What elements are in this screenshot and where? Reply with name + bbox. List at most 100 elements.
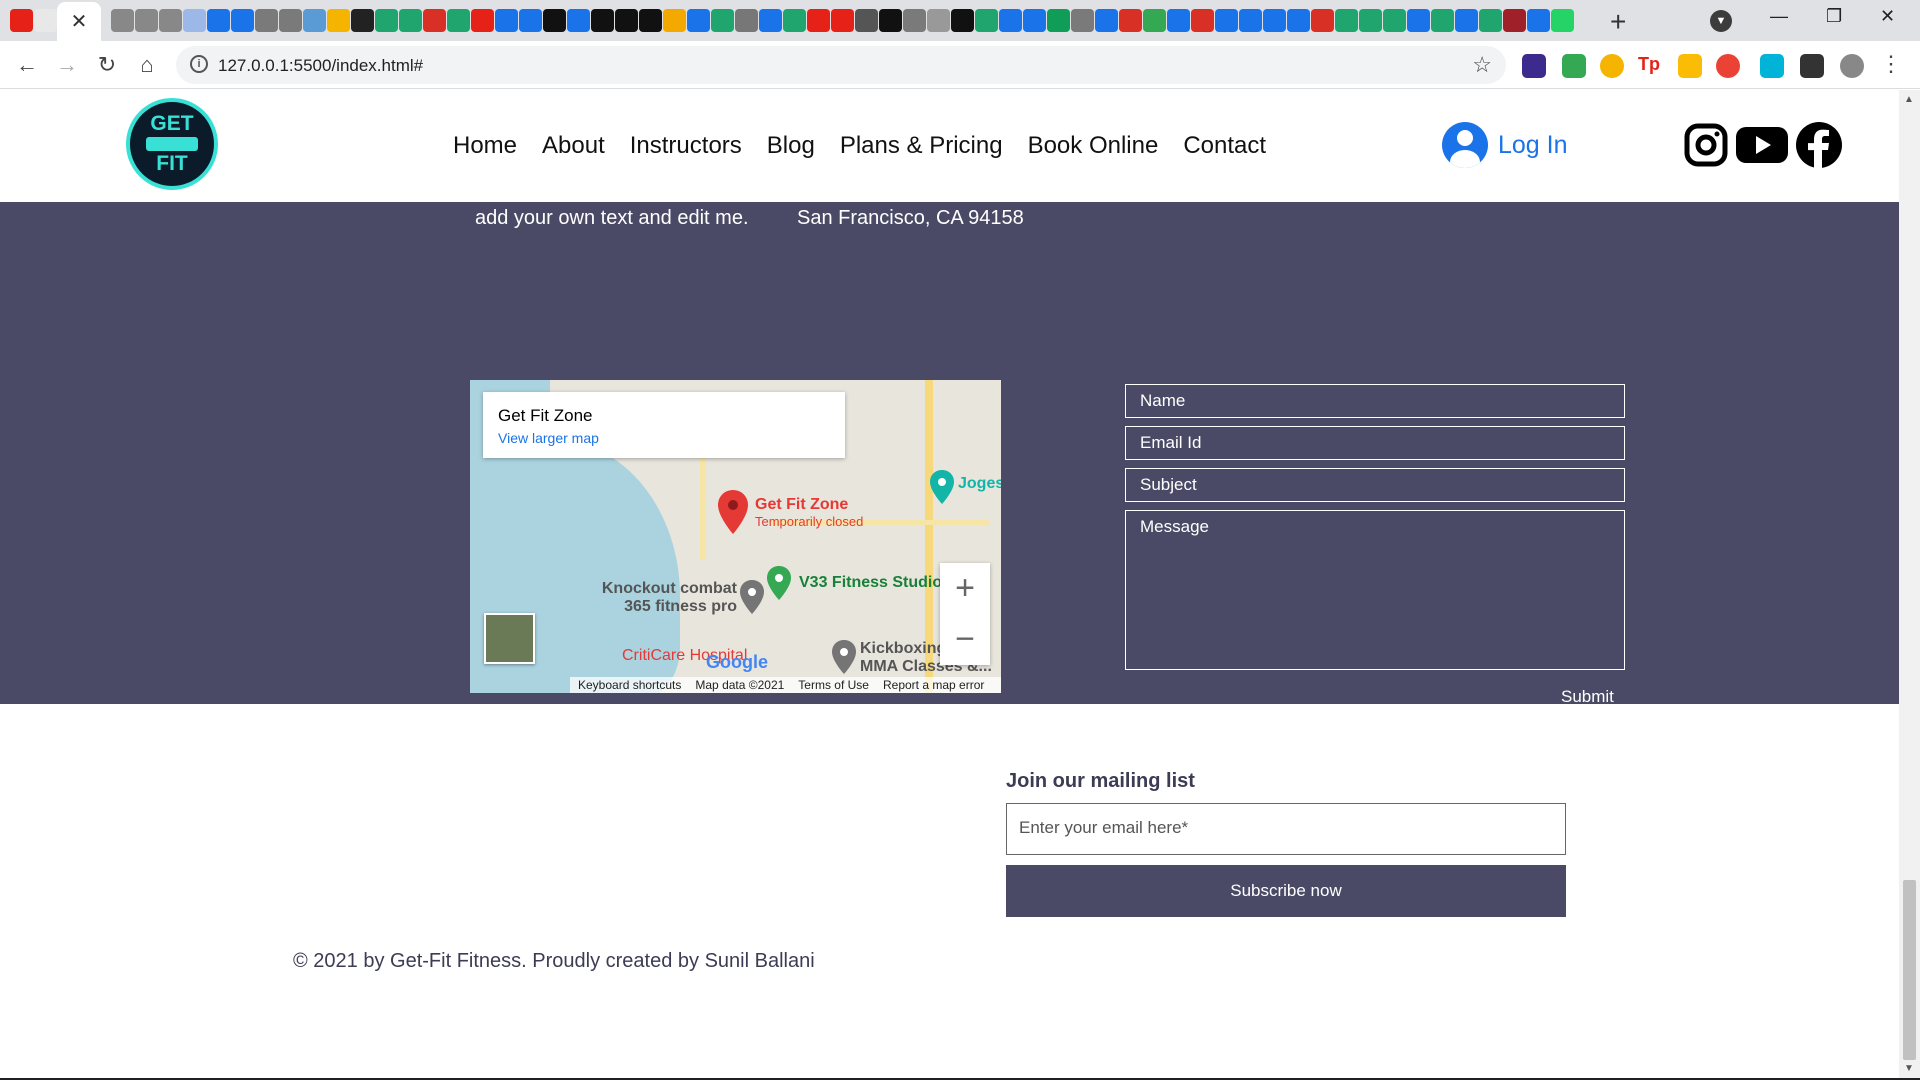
tab-favicon[interactable]	[159, 9, 182, 32]
newsletter-email-input[interactable]: Enter your email here*	[1006, 803, 1566, 855]
tab-favicon[interactable]	[807, 9, 830, 32]
tab-favicon[interactable]	[207, 9, 230, 32]
tab-favicon[interactable]	[1455, 9, 1478, 32]
tab-favicon[interactable]	[687, 9, 710, 32]
site-info-icon[interactable]: i	[190, 55, 208, 73]
subscribe-button[interactable]: Subscribe now	[1006, 865, 1566, 917]
zoom-out-button[interactable]: −	[940, 614, 990, 665]
tab-favicon[interactable]	[279, 9, 302, 32]
tab-favicon[interactable]	[1311, 9, 1334, 32]
tab-favicon[interactable]	[34, 9, 57, 32]
url-text[interactable]: 127.0.0.1:5500/index.html#	[218, 56, 423, 76]
zoom-in-button[interactable]: +	[940, 563, 990, 614]
tab-favicon[interactable]	[639, 9, 662, 32]
subject-field[interactable]: Subject	[1125, 468, 1625, 502]
scrollbar-thumb[interactable]	[1903, 880, 1916, 1060]
tab-favicon[interactable]	[927, 9, 950, 32]
tab-favicon[interactable]	[1479, 9, 1502, 32]
nav-blog[interactable]: Blog	[767, 132, 815, 160]
nav-plans-pricing[interactable]: Plans & Pricing	[840, 132, 1003, 160]
tab-favicon[interactable]	[1287, 9, 1310, 32]
browser-menu-icon[interactable]: ⋮	[1880, 51, 1902, 77]
forward-icon[interactable]: →	[52, 50, 82, 80]
tab-favicon[interactable]	[735, 9, 758, 32]
login-button[interactable]: Log In	[1442, 122, 1568, 168]
poi-pin-icon[interactable]	[930, 470, 954, 504]
tab-favicon[interactable]	[1191, 9, 1214, 32]
terms-link[interactable]: Terms of Use	[798, 678, 869, 692]
tab-favicon[interactable]	[1431, 9, 1454, 32]
tab-favicon[interactable]	[1239, 9, 1262, 32]
tab-favicon[interactable]	[423, 9, 446, 32]
nav-instructors[interactable]: Instructors	[630, 132, 742, 160]
tab-favicon[interactable]	[1215, 9, 1238, 32]
tab-favicon[interactable]	[1503, 9, 1526, 32]
tab-favicon[interactable]	[831, 9, 854, 32]
tab-favicon[interactable]	[1359, 9, 1382, 32]
extensions-puzzle-icon[interactable]	[1800, 54, 1824, 78]
poi-pin-icon[interactable]	[767, 566, 791, 600]
tab-favicon[interactable]	[1071, 9, 1094, 32]
site-logo[interactable]: GET FIT	[126, 98, 218, 190]
tab-favicon[interactable]	[351, 9, 374, 32]
tab-favicon[interactable]	[1143, 9, 1166, 32]
tab-favicon[interactable]	[255, 9, 278, 32]
extension-icon[interactable]	[1522, 54, 1546, 78]
tab-favicon[interactable]	[327, 9, 350, 32]
report-error-link[interactable]: Report a map error	[883, 678, 984, 692]
keyboard-shortcuts-link[interactable]: Keyboard shortcuts	[578, 678, 681, 692]
bookmark-star-icon[interactable]: ☆	[1472, 52, 1492, 78]
tab-favicon[interactable]	[1023, 9, 1046, 32]
nav-home[interactable]: Home	[453, 132, 517, 160]
back-icon[interactable]: ←	[12, 50, 42, 80]
tab-favicon[interactable]	[1407, 9, 1430, 32]
tab-favicon[interactable]	[783, 9, 806, 32]
tab-favicon[interactable]	[759, 9, 782, 32]
tab-favicon[interactable]	[183, 9, 206, 32]
tab-favicon[interactable]	[567, 9, 590, 32]
tab-favicon[interactable]	[543, 9, 566, 32]
view-larger-map-link[interactable]: View larger map	[498, 430, 599, 446]
extension-icon[interactable]: Tp	[1638, 54, 1662, 78]
address-bar[interactable]: i 127.0.0.1:5500/index.html# ☆	[176, 46, 1506, 84]
tab-favicon[interactable]	[615, 9, 638, 32]
tab-favicon[interactable]	[1383, 9, 1406, 32]
satellite-toggle[interactable]	[484, 613, 535, 664]
tab-favicon[interactable]	[375, 9, 398, 32]
email-field[interactable]: Email Id	[1125, 426, 1625, 460]
map-pin-icon[interactable]	[718, 490, 748, 534]
tab-favicon[interactable]	[1335, 9, 1358, 32]
tab-favicon[interactable]	[1047, 9, 1070, 32]
submit-button[interactable]: Submit	[1561, 687, 1614, 707]
tab-favicon[interactable]	[231, 9, 254, 32]
extension-icon[interactable]	[1562, 54, 1586, 78]
tab-favicon[interactable]	[855, 9, 878, 32]
nav-book-online[interactable]: Book Online	[1028, 132, 1159, 160]
nav-contact[interactable]: Contact	[1183, 132, 1266, 160]
active-tab[interactable]: ✕	[57, 2, 101, 41]
page-scrollbar[interactable]: ▲ ▼	[1899, 90, 1920, 1078]
tab-favicon[interactable]	[1167, 9, 1190, 32]
extension-icon[interactable]	[1600, 54, 1624, 78]
tab-favicon[interactable]	[1551, 9, 1574, 32]
tab-favicon[interactable]	[711, 9, 734, 32]
tab-favicon[interactable]	[1527, 9, 1550, 32]
youtube-icon[interactable]	[1736, 125, 1788, 165]
facebook-icon[interactable]	[1796, 122, 1842, 168]
poi-pin-icon[interactable]	[740, 580, 764, 614]
home-icon[interactable]: ⌂	[132, 50, 162, 80]
poi-pin-icon[interactable]	[832, 640, 856, 674]
nav-about[interactable]: About	[542, 132, 605, 160]
tab-favicon[interactable]	[447, 9, 470, 32]
restore-icon[interactable]: ❐	[1826, 6, 1842, 27]
close-window-icon[interactable]: ✕	[1880, 6, 1895, 27]
extension-icon[interactable]	[1760, 54, 1784, 78]
close-tab-icon[interactable]: ✕	[71, 9, 88, 34]
tab-favicon[interactable]	[471, 9, 494, 32]
name-field[interactable]: Name	[1125, 384, 1625, 418]
tab-favicon[interactable]	[495, 9, 518, 32]
instagram-icon[interactable]	[1684, 123, 1728, 167]
reload-icon[interactable]: ↻	[92, 50, 122, 80]
tab-favicon[interactable]	[10, 9, 33, 32]
tab-favicon[interactable]	[999, 9, 1022, 32]
